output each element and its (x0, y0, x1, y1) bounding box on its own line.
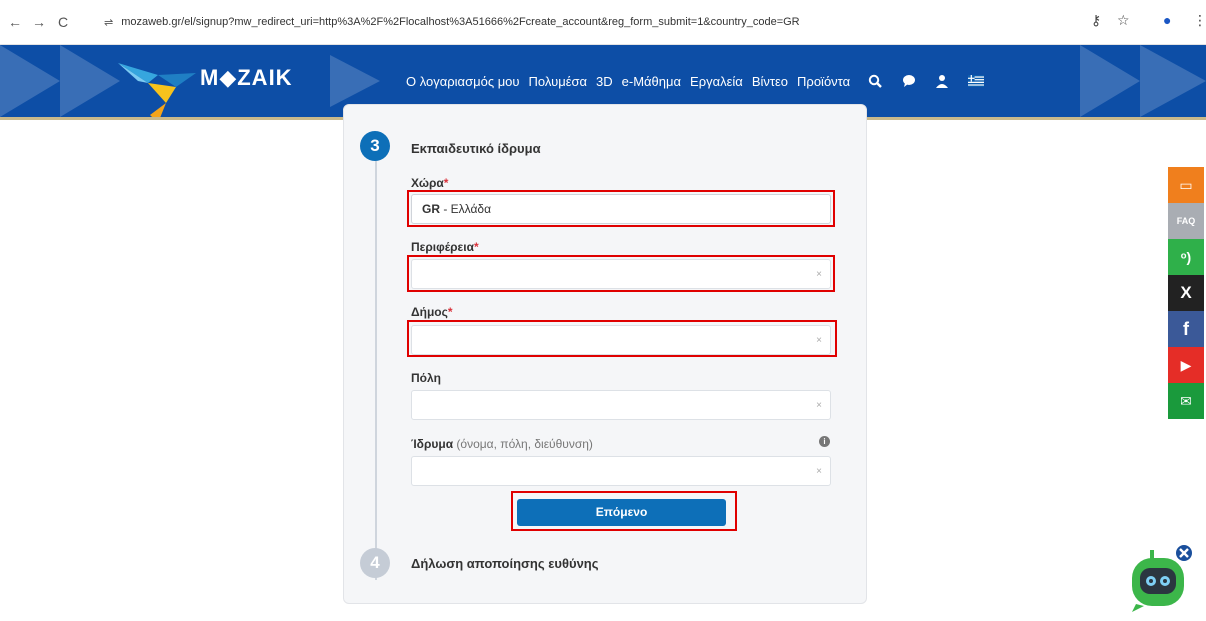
x-icon[interactable]: X (1168, 275, 1204, 311)
city-label: Πόλη (411, 371, 441, 385)
browser-menu-icon[interactable]: ⋮ (1193, 12, 1206, 29)
highlight-region (407, 255, 835, 292)
nav-3d[interactable]: 3D (596, 74, 613, 89)
highlight-country (407, 190, 835, 227)
nav-my-account[interactable]: Ο λογαριασμός μου (406, 74, 520, 89)
social-sidebar: ▭ FAQ ᵒ) X f ▶ ✉ (1168, 167, 1204, 419)
rss-icon[interactable]: ᵒ) (1168, 239, 1204, 275)
greek-flag-icon[interactable] (968, 75, 985, 87)
url-text: mozaweb.gr/el/signup?mw_redirect_uri=htt… (121, 16, 800, 28)
step-4-badge: 4 (360, 548, 390, 578)
bookmark-star-icon[interactable]: ☆ (1117, 12, 1130, 29)
region-label: Περιφέρεια* (411, 240, 479, 254)
step-3-badge: 3 (360, 131, 390, 161)
nav-video[interactable]: Βίντεο (752, 74, 788, 89)
profile-icon[interactable]: ● (1163, 12, 1171, 28)
chatbot-robot-icon[interactable] (1128, 544, 1192, 614)
institution-label: Ίδρυμα (όνομα, πόλη, διεύθυνση) (411, 437, 593, 451)
email-icon[interactable]: ✉ (1168, 383, 1204, 419)
nav-e-lesson[interactable]: e-Μάθημα (622, 74, 681, 89)
search-icon[interactable] (868, 74, 883, 88)
chat-icon[interactable] (902, 74, 916, 88)
key-icon[interactable]: ⚷ (1091, 12, 1101, 29)
mozaik-logo-text[interactable]: M◆ZAIK (200, 65, 293, 91)
nav-products[interactable]: Προϊόντα (797, 74, 850, 89)
highlight-next-button (511, 491, 737, 531)
browser-toolbar: ← → C ⇌ mozaweb.gr/el/signup?mw_redirect… (0, 0, 1206, 45)
address-bar[interactable]: ⇌ mozaweb.gr/el/signup?mw_redirect_uri=h… (104, 7, 1174, 37)
highlight-municipality (407, 320, 837, 357)
faq-icon[interactable]: FAQ (1168, 203, 1204, 239)
facebook-icon[interactable]: f (1168, 311, 1204, 347)
city-clear-icon[interactable]: × (816, 391, 822, 421)
step-timeline (375, 140, 377, 580)
site-info-icon[interactable]: ⇌ (104, 16, 113, 29)
country-label: Χώρα* (411, 176, 449, 190)
user-icon[interactable] (936, 74, 949, 88)
institution-clear-icon[interactable]: × (816, 457, 822, 487)
nav-tools[interactable]: Εργαλεία (690, 74, 743, 89)
comment-icon[interactable]: ▭ (1168, 167, 1204, 203)
info-icon[interactable]: i (819, 436, 830, 447)
reload-icon[interactable]: C (58, 14, 68, 30)
institution-input[interactable]: × (411, 456, 831, 486)
municipality-label: Δήμος* (411, 305, 453, 319)
step-4-title: Δήλωση αποποίησης ευθύνης (411, 556, 599, 571)
mozaik-bird-logo[interactable] (118, 53, 198, 117)
youtube-icon[interactable]: ▶ (1168, 347, 1204, 383)
city-input[interactable]: × (411, 390, 831, 420)
forward-icon[interactable]: → (32, 14, 46, 30)
step-3-title: Εκπαιδευτικό ίδρυμα (411, 141, 541, 156)
nav-media[interactable]: Πολυμέσα (529, 74, 588, 89)
back-icon[interactable]: ← (8, 14, 22, 30)
